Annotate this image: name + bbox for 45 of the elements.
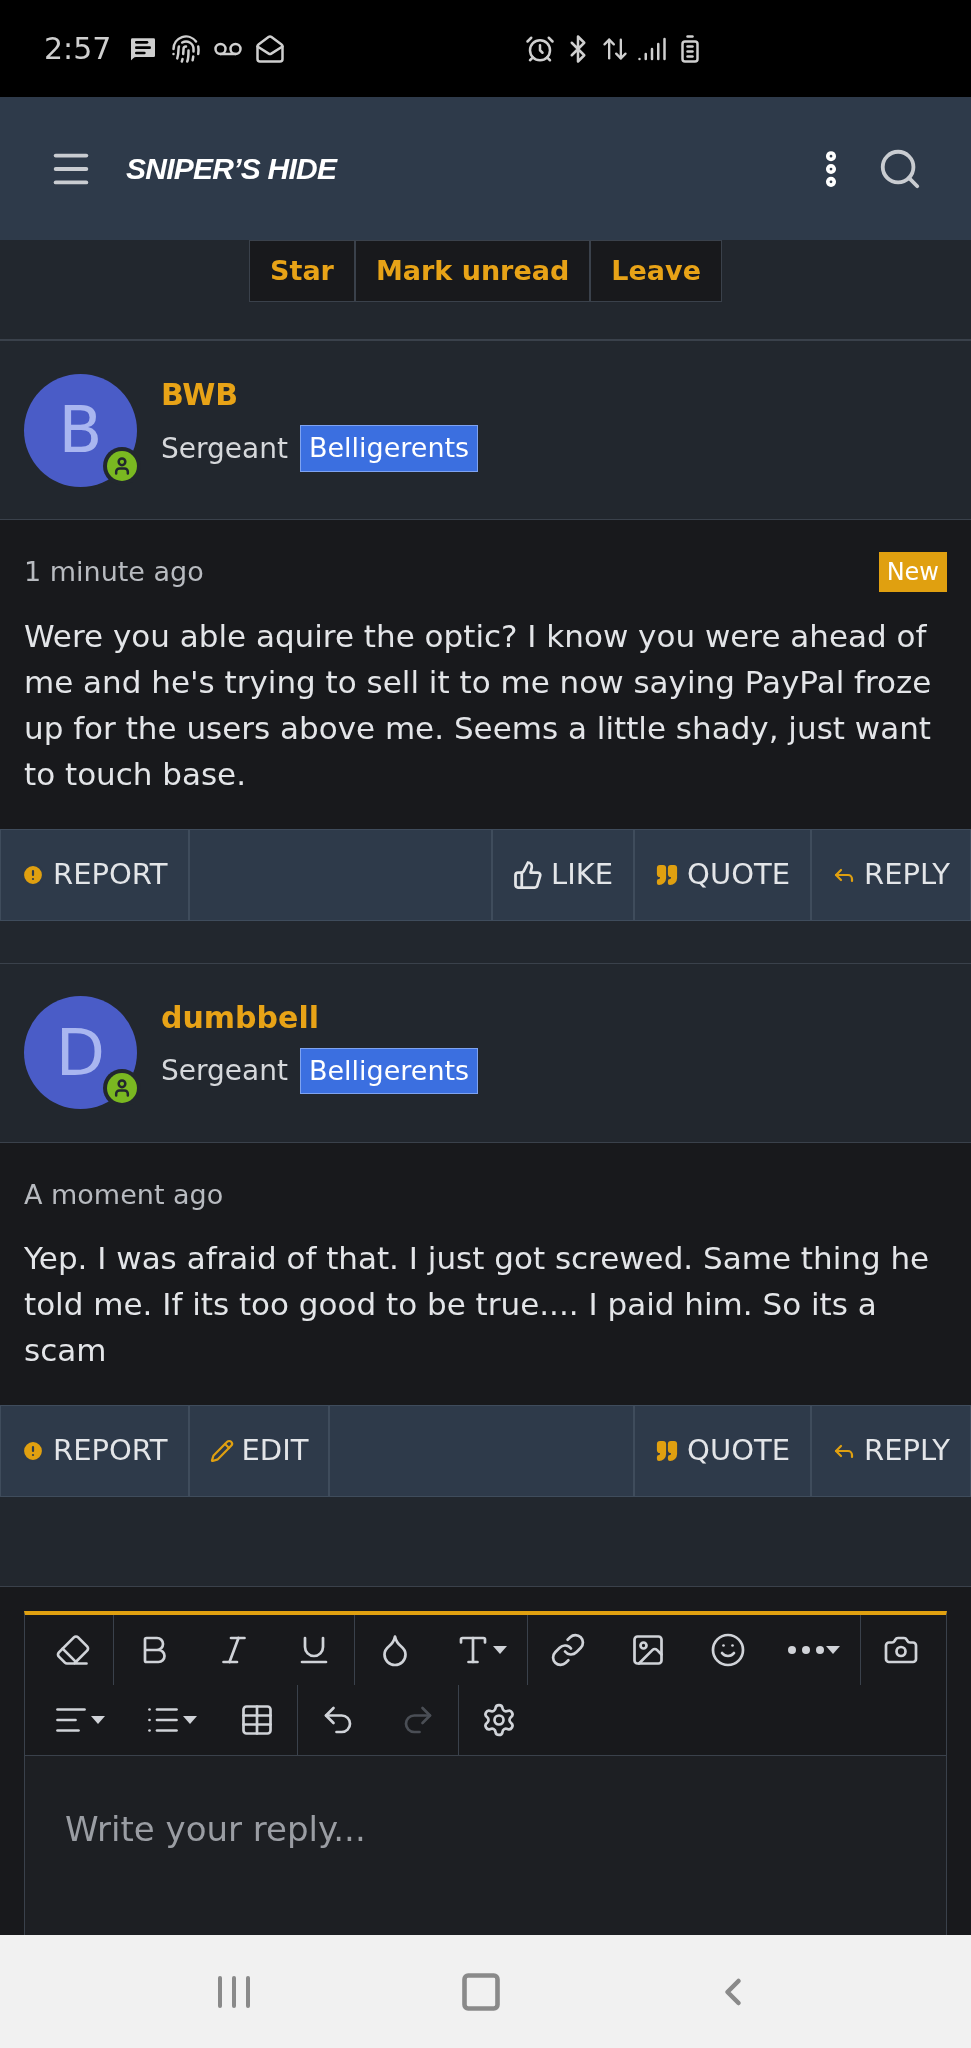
site-logo[interactable]: SNIPER’S HIDE — [126, 146, 337, 191]
caret-icon — [826, 1646, 840, 1654]
pencil-icon — [209, 1439, 234, 1463]
quote-icon — [655, 862, 680, 887]
post-time[interactable]: 1 minute ago — [24, 552, 204, 593]
link-icon — [550, 1632, 586, 1668]
user-rank: Sergeant — [161, 1053, 288, 1089]
reply-button[interactable]: REPLY — [811, 1406, 971, 1496]
like-button[interactable]: LIKE — [492, 829, 635, 920]
caret-icon — [91, 1716, 105, 1724]
mail-icon — [255, 33, 286, 64]
edit-button[interactable]: EDIT — [188, 1406, 330, 1496]
message-text: Were you able aquire the optic? I know you were ahead of me and he's trying to sell it to me now saying PayPal froze up for the users above me. Seems a little shady, just want to touch base. — [24, 616, 933, 794]
username[interactable]: BWB — [161, 372, 479, 418]
post-time[interactable]: A moment ago — [24, 1174, 224, 1215]
report-button[interactable]: REPORT — [0, 829, 189, 920]
report-button[interactable]: REPORT — [0, 1406, 189, 1496]
smiley-icon — [710, 1632, 746, 1668]
user-group-banner: Belligerents — [299, 1047, 479, 1095]
caret-icon — [493, 1646, 507, 1654]
image-icon — [630, 1632, 666, 1668]
username[interactable]: dumbbell — [161, 994, 479, 1040]
new-label: New — [878, 552, 947, 593]
status-time: 2:57 — [44, 30, 112, 68]
conversation-action-button[interactable]: Leave — [590, 240, 722, 302]
settings-icon — [481, 1702, 517, 1738]
quote-button[interactable]: QUOTE — [634, 829, 811, 920]
alert-icon — [21, 1439, 45, 1463]
thumbs-up-icon — [513, 859, 544, 890]
conversation-action-button[interactable]: Star — [249, 240, 355, 302]
message-text: Yep. I was afraid of that. I just got screwed. Same thing he told me. If its too good to be true.... I paid him. So its a scam — [24, 1239, 931, 1370]
fingerprint-icon — [171, 33, 202, 64]
quote-button[interactable]: QUOTE — [634, 1406, 811, 1496]
user-group-banner: Belligerents — [299, 425, 479, 472]
recent-apps-icon[interactable] — [215, 1974, 252, 2009]
table-icon — [239, 1702, 275, 1738]
reply-button[interactable]: REPLY — [811, 829, 971, 920]
eraser-icon — [55, 1632, 91, 1668]
quote-icon — [655, 1439, 680, 1463]
reply-input[interactable]: Write your reply... — [25, 1755, 946, 1935]
user-rank: Sergeant — [161, 430, 288, 467]
ellipsis-icon — [788, 1646, 824, 1654]
conversation-action-button[interactable]: Mark unread — [354, 240, 591, 302]
caret-icon — [183, 1716, 197, 1724]
alarm-icon — [525, 33, 556, 64]
